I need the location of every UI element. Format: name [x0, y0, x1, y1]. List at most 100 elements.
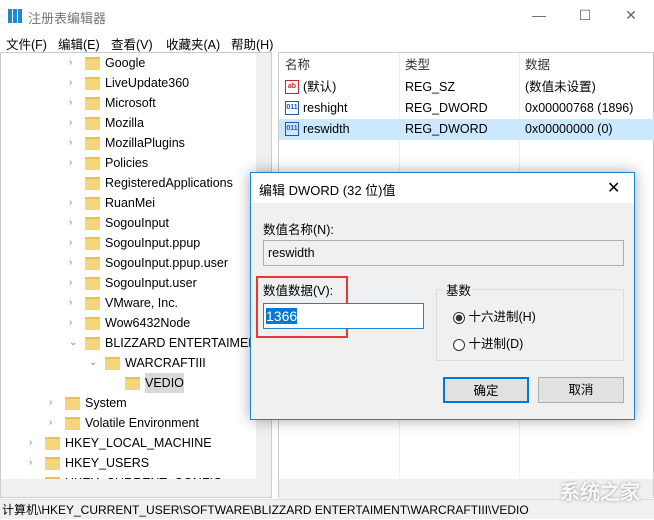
list-row[interactable]: 011 reshight REG_DWORD 0x00000768 (1896): [279, 98, 654, 119]
tree-item-label: HKEY_LOCAL_MACHINE: [65, 436, 212, 450]
tree-item[interactable]: › Policies: [1, 153, 261, 173]
value-data: 0x00000000 (0): [525, 122, 613, 136]
tree-item-label: SogouInput.ppup: [105, 236, 201, 250]
chevron-icon[interactable]: ›: [69, 93, 72, 113]
base-label: 基数: [444, 280, 474, 299]
folder-icon: [85, 257, 100, 270]
folder-icon: [85, 317, 100, 330]
value-data-text: 1366: [266, 308, 298, 324]
tree-item-label: Google: [105, 56, 146, 70]
tree-item[interactable]: › Wow6432Node: [1, 313, 261, 333]
chevron-icon[interactable]: ›: [69, 53, 72, 73]
tree-item[interactable]: ⌄ WARCRAFTIII: [1, 353, 261, 373]
close-button[interactable]: ✕: [608, 0, 654, 32]
tree-item-label: MozillaPlugins: [105, 136, 185, 150]
folder-icon: [85, 277, 100, 290]
tree-item[interactable]: › HKEY_USERS: [1, 453, 261, 473]
folder-icon: [85, 237, 100, 250]
menu-favorites[interactable]: 收藏夹(A): [166, 34, 220, 53]
window-title: 注册表编辑器: [28, 11, 107, 26]
menu-edit[interactable]: 编辑(E): [58, 34, 100, 53]
tree-item[interactable]: › LiveUpdate360: [1, 73, 261, 93]
tree-item[interactable]: › Mozilla: [1, 113, 261, 133]
tree-item[interactable]: › MozillaPlugins: [1, 133, 261, 153]
folder-icon: [85, 137, 100, 150]
horizontal-scrollbar[interactable]: [1, 479, 271, 497]
chevron-icon[interactable]: ›: [69, 233, 72, 253]
chevron-icon[interactable]: ›: [69, 193, 72, 213]
chevron-icon[interactable]: ›: [69, 213, 72, 233]
chevron-icon[interactable]: ›: [29, 433, 32, 453]
chevron-icon[interactable]: ›: [69, 273, 72, 293]
value-data-label: 数值数据(V):: [263, 284, 334, 298]
tree-item[interactable]: › HKEY_LOCAL_MACHINE: [1, 433, 261, 453]
tree-item[interactable]: › SogouInput.ppup: [1, 233, 261, 253]
folder-icon: [85, 217, 100, 230]
folder-icon: [85, 117, 100, 130]
column-type[interactable]: 类型: [405, 53, 430, 77]
chevron-icon[interactable]: ›: [69, 113, 72, 133]
menu-file[interactable]: 文件(F): [6, 34, 47, 53]
menu-help[interactable]: 帮助(H): [231, 34, 273, 53]
folder-icon: [85, 77, 100, 90]
list-row[interactable]: 011 reswidth REG_DWORD 0x00000000 (0): [279, 119, 654, 140]
value-data-input[interactable]: 1366: [263, 303, 424, 329]
radio-hex[interactable]: 十六进制(H): [453, 306, 536, 325]
chevron-icon[interactable]: ›: [69, 293, 72, 313]
tree-item[interactable]: › System: [1, 393, 261, 413]
value-type: REG_SZ: [405, 80, 456, 94]
edit-dword-dialog: 编辑 DWORD (32 位)值 ✕ 数值名称(N): reswidth 数值数…: [250, 172, 635, 420]
tree-item[interactable]: › VMware, Inc.: [1, 293, 261, 313]
minimize-button[interactable]: —: [516, 0, 562, 32]
binary-value-icon: 011: [285, 122, 299, 136]
tree-item-label: RuanMei: [105, 196, 156, 210]
value-type: REG_DWORD: [405, 122, 488, 136]
dialog-close-button[interactable]: ✕: [607, 178, 620, 198]
chevron-icon[interactable]: ›: [29, 453, 32, 473]
chevron-icon[interactable]: ›: [69, 133, 72, 153]
tree-item[interactable]: › RuanMei: [1, 193, 261, 213]
value-name: (默认): [303, 80, 337, 94]
chevron-icon[interactable]: ›: [69, 153, 72, 173]
tree-item[interactable]: › Microsoft: [1, 93, 261, 113]
tree-item-label: WARCRAFTIII: [125, 356, 206, 370]
value-data: (数值未设置): [525, 80, 596, 94]
tree-item-label: SogouInput: [105, 216, 169, 230]
column-name[interactable]: 名称: [285, 53, 310, 77]
radio-dec[interactable]: 十进制(D): [453, 333, 523, 352]
tree-item[interactable]: ⌄ BLIZZARD ENTERTAIMENT: [1, 333, 265, 353]
value-type: REG_DWORD: [405, 101, 488, 115]
chevron-icon[interactable]: ›: [69, 253, 72, 273]
ok-button[interactable]: 确定: [443, 377, 529, 403]
maximize-button[interactable]: ☐: [562, 0, 608, 32]
tree-item-label: VEDIO: [145, 373, 184, 393]
column-data[interactable]: 数据: [525, 53, 550, 77]
cancel-button[interactable]: 取消: [538, 377, 624, 403]
tree-item[interactable]: › SogouInput.user: [1, 273, 261, 293]
tree-item[interactable]: › SogouInput.ppup.user: [1, 253, 261, 273]
chevron-icon[interactable]: ⌄: [69, 333, 77, 353]
tree-item-label: HKEY_USERS: [65, 456, 150, 470]
tree-item-label: SogouInput.ppup.user: [105, 256, 229, 270]
folder-icon: [85, 297, 100, 310]
folder-icon: [65, 417, 80, 430]
status-bar: 计算机\HKEY_CURRENT_USER\SOFTWARE\BLIZZARD …: [0, 499, 654, 519]
chevron-icon[interactable]: ›: [49, 413, 52, 433]
folder-icon: [85, 157, 100, 170]
list-row[interactable]: ab (默认) REG_SZ (数值未设置): [279, 77, 654, 98]
chevron-icon[interactable]: ›: [69, 313, 72, 333]
tree-item[interactable]: VEDIO: [1, 373, 261, 393]
string-value-icon: ab: [285, 80, 299, 94]
chevron-icon[interactable]: ⌄: [89, 353, 97, 373]
tree-item-label: Volatile Environment: [85, 416, 199, 430]
menu-view[interactable]: 查看(V): [111, 34, 153, 53]
tree-item[interactable]: › Google: [1, 53, 261, 73]
value-name-field: reswidth: [263, 240, 624, 266]
tree-item[interactable]: RegisteredApplications: [1, 173, 261, 193]
tree-item-label: Mozilla: [105, 116, 144, 130]
title-bar: 注册表编辑器 — ☐ ✕: [0, 0, 654, 32]
tree-item[interactable]: › Volatile Environment: [1, 413, 261, 433]
chevron-icon[interactable]: ›: [49, 393, 52, 413]
chevron-icon[interactable]: ›: [69, 73, 72, 93]
tree-item[interactable]: › SogouInput: [1, 213, 261, 233]
